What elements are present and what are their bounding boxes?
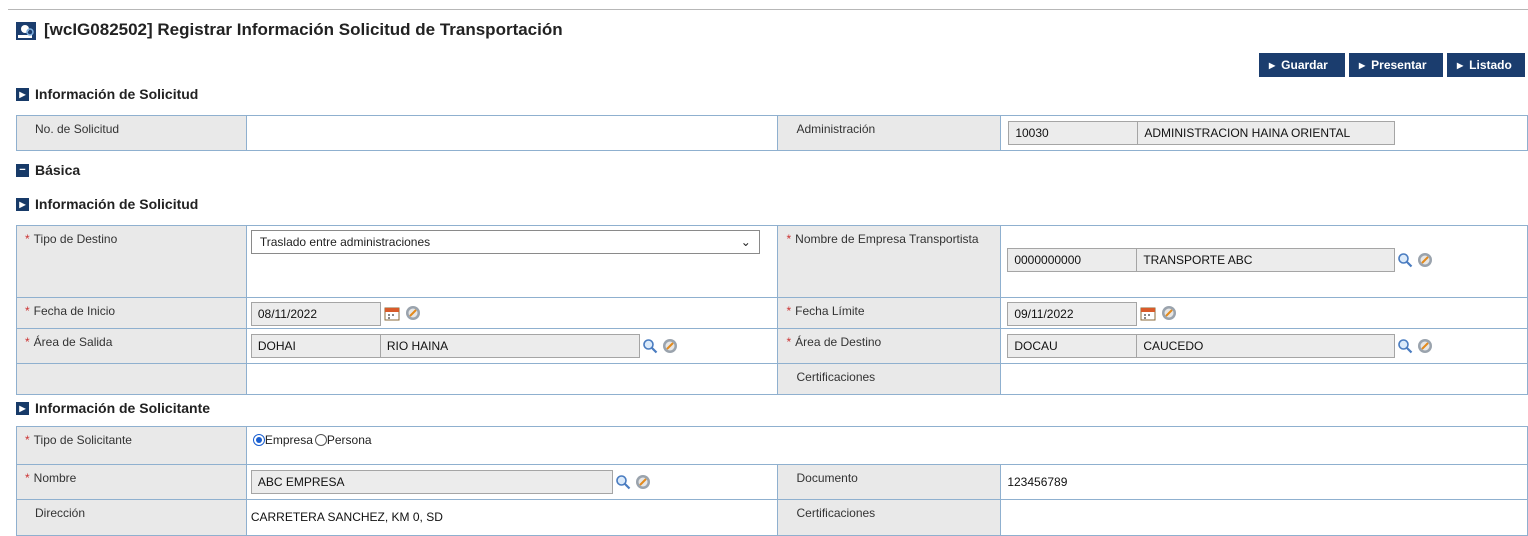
administracion-name-field: ADMINISTRACION HAINA ORIENTAL xyxy=(1137,121,1396,145)
fecha-limite-field[interactable]: 09/11/2022 xyxy=(1007,302,1138,326)
clear-icon[interactable] xyxy=(662,338,678,354)
fecha-limite-cell: 09/11/2022 xyxy=(1000,297,1528,329)
fecha-inicio-cell: 08/11/2022 xyxy=(245,297,779,329)
certificaciones-value-cell xyxy=(1000,363,1528,395)
clear-icon[interactable] xyxy=(1417,338,1433,354)
magnifier-icon[interactable] xyxy=(1397,338,1413,354)
section-header-info-solicitud-2[interactable]: ▶ Información de Solicitud xyxy=(16,196,198,212)
empresa-value-cell: 0000000000 TRANSPORTE ABC xyxy=(1000,225,1528,298)
area-destino-label-cell: * Área de Destino xyxy=(777,328,1002,364)
fecha-inicio-label-cell: * Fecha de Inicio xyxy=(16,297,247,329)
play-icon: ▶ xyxy=(1457,60,1464,70)
tipo-solicitante-cell: Empresa Persona xyxy=(245,426,1528,465)
clear-icon[interactable] xyxy=(1417,252,1433,268)
administracion-label-cell: Administración xyxy=(777,115,1002,151)
area-destino-cell: DOCAU CAUCEDO xyxy=(1000,328,1528,364)
area-salida-label-cell: * Área de Salida xyxy=(16,328,247,364)
calendar-icon[interactable] xyxy=(1140,305,1156,321)
direccion-cell: CARRETERA SANCHEZ, KM 0, SD xyxy=(245,499,779,536)
nombre-cell: ABC EMPRESA xyxy=(245,464,779,500)
clear-icon[interactable] xyxy=(405,305,421,321)
section-expand-icon: ▶ xyxy=(16,197,29,211)
certificaciones-label-cell: Certificaciones xyxy=(777,363,1002,395)
tipo-destino-cell: Traslado entre administraciones ⌄ xyxy=(245,225,779,298)
direccion-value: CARRETERA SANCHEZ, KM 0, SD xyxy=(250,510,443,524)
empresa-label-cell: * Nombre de Empresa Transportista xyxy=(777,225,1002,298)
area-destino-name-field: CAUCEDO xyxy=(1136,334,1396,358)
radio-empresa[interactable]: Empresa xyxy=(252,433,313,447)
no-solicitud-value xyxy=(245,115,779,151)
nombre-field: ABC EMPRESA xyxy=(250,470,613,494)
calendar-icon[interactable] xyxy=(384,305,400,321)
certificaciones-solicitante-value-cell xyxy=(1000,499,1528,536)
radio-unselected-icon xyxy=(314,434,327,446)
empresa-code-field: 0000000000 xyxy=(1007,248,1138,272)
section-header-info-solicitante[interactable]: ▶ Información de Solicitante xyxy=(16,400,210,416)
page-title: [wcIG082502] Registrar Información Solic… xyxy=(44,20,563,39)
area-destino-code-field: DOCAU xyxy=(1007,334,1138,358)
direccion-label-cell: Dirección xyxy=(16,499,247,536)
documento-value: 123456789 xyxy=(1007,475,1068,489)
person-search-icon xyxy=(16,22,36,40)
documento-label-cell: Documento xyxy=(777,464,1002,500)
area-salida-cell: DOHAI RIO HAINA xyxy=(245,328,779,364)
play-icon: ▶ xyxy=(1269,60,1276,70)
section-expand-icon: ▶ xyxy=(16,87,29,101)
tipo-destino-select[interactable]: Traslado entre administraciones ⌄ xyxy=(250,230,760,254)
empresa-name-field: TRANSPORTE ABC xyxy=(1136,248,1396,272)
tipo-solicitante-label-cell: * Tipo de Solicitante xyxy=(16,426,247,465)
no-solicitud-label-cell: No. de Solicitud xyxy=(16,115,247,151)
documento-cell: 123456789 xyxy=(1000,464,1528,500)
magnifier-icon[interactable] xyxy=(615,474,631,490)
radio-selected-icon xyxy=(252,434,265,446)
administracion-value-cell: 10030 ADMINISTRACION HAINA ORIENTAL xyxy=(1000,115,1528,151)
section-header-basica[interactable]: − Básica xyxy=(16,162,80,178)
fecha-inicio-field[interactable]: 08/11/2022 xyxy=(250,302,381,326)
guardar-button[interactable]: ▶ Guardar xyxy=(1259,53,1345,77)
administracion-code-field: 10030 xyxy=(1008,121,1139,145)
listado-button[interactable]: ▶ Listado xyxy=(1447,53,1525,77)
fecha-limite-label-cell: * Fecha Límite xyxy=(777,297,1002,329)
presentar-button[interactable]: ▶ Presentar xyxy=(1349,53,1443,77)
top-divider xyxy=(8,9,1528,10)
section-collapse-icon: − xyxy=(16,163,29,177)
area-salida-code-field: DOHAI xyxy=(250,334,381,358)
section-header-info-solicitud[interactable]: ▶ Información de Solicitud xyxy=(16,86,198,102)
empty-value-cell xyxy=(245,363,779,395)
magnifier-icon[interactable] xyxy=(642,338,658,354)
certificaciones-solicitante-label-cell: Certificaciones xyxy=(777,499,1002,536)
chevron-down-icon: ⌄ xyxy=(740,235,751,249)
radio-persona[interactable]: Persona xyxy=(314,433,372,447)
nombre-label-cell: * Nombre xyxy=(16,464,247,500)
clear-icon[interactable] xyxy=(1161,305,1177,321)
section-expand-icon: ▶ xyxy=(16,401,29,415)
basica-table: * Tipo de Destino Traslado entre administ… xyxy=(16,225,1528,395)
action-toolbar: ▶ Guardar ▶ Presentar ▶ Listado xyxy=(1259,53,1525,77)
play-icon: ▶ xyxy=(1359,60,1366,70)
tipo-destino-label-cell: * Tipo de Destino xyxy=(16,225,247,298)
solicitante-table: * Tipo de Solicitante Empresa Persona * No… xyxy=(16,426,1528,536)
area-salida-name-field: RIO HAINA xyxy=(379,334,640,358)
solicitud-table: No. de Solicitud Administración 10030 AD… xyxy=(16,115,1528,151)
empty-label-cell xyxy=(16,363,247,395)
magnifier-icon[interactable] xyxy=(1397,252,1413,268)
clear-icon[interactable] xyxy=(635,474,651,490)
